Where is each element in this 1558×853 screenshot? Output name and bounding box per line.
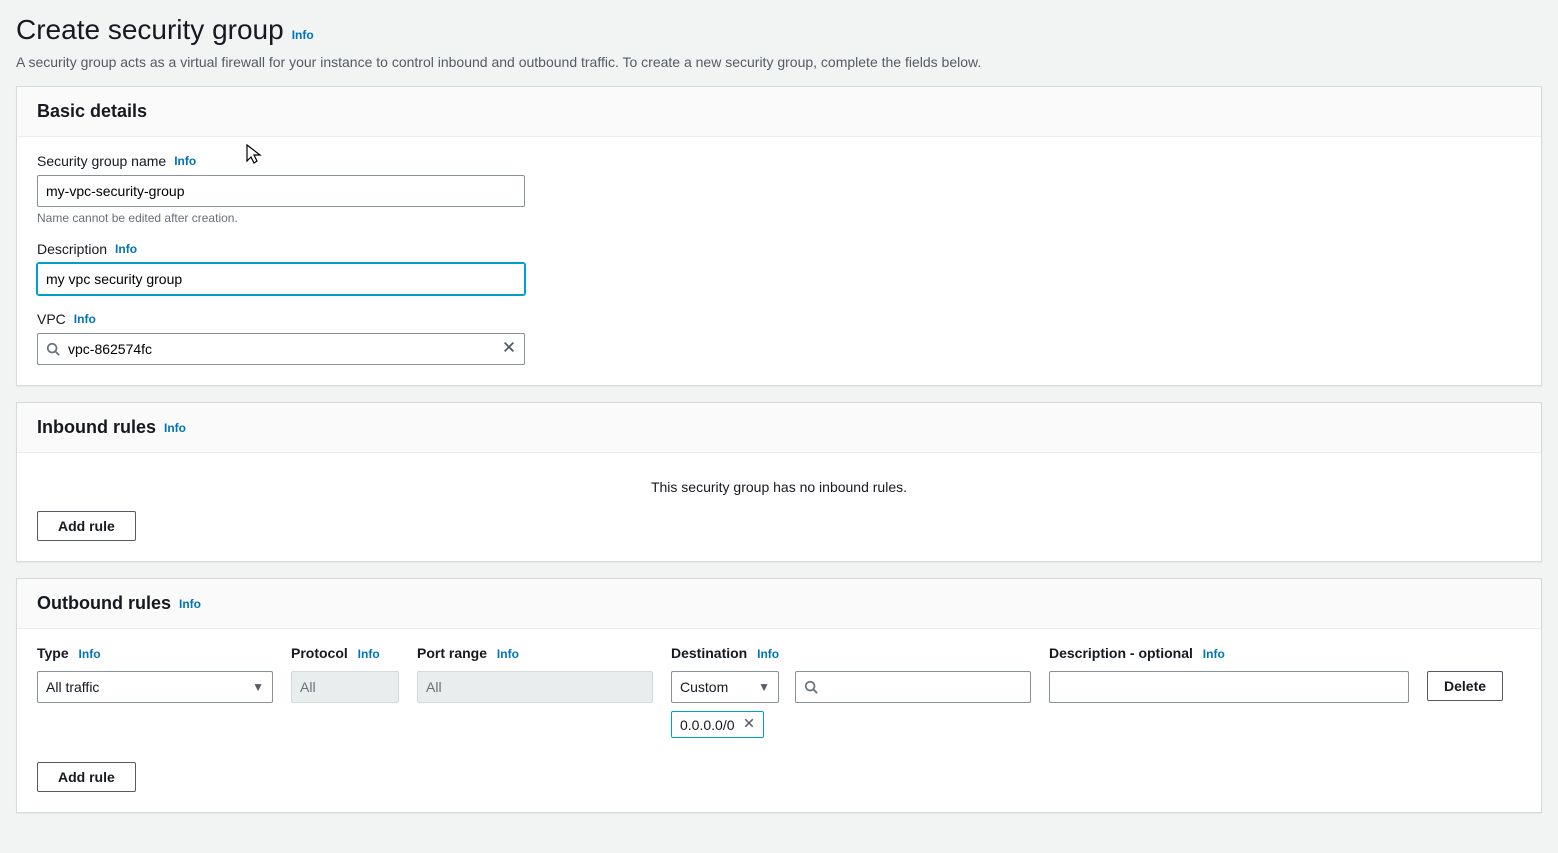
rule-protocol-box: All <box>291 671 399 703</box>
sg-desc-label: Description <box>37 241 107 257</box>
sg-name-input[interactable] <box>37 175 525 207</box>
inbound-rules-heading: Inbound rules <box>37 417 156 438</box>
search-icon <box>46 342 60 356</box>
vpc-input[interactable] <box>66 340 516 358</box>
col-type-label: Type <box>37 645 69 661</box>
rule-dest-mode-select[interactable]: Custom ▼ <box>671 671 779 703</box>
outbound-rules-panel: Outbound rules Info Type Info Protocol I… <box>16 578 1542 813</box>
sg-name-help: Name cannot be edited after creation. <box>37 211 1521 225</box>
rule-protocol-value: All <box>300 679 316 695</box>
rule-dest-search[interactable] <box>795 671 1031 703</box>
outbound-add-rule-button[interactable]: Add rule <box>37 762 136 792</box>
page-title: Create security group <box>16 14 284 46</box>
sg-desc-input[interactable] <box>37 263 525 295</box>
search-icon <box>804 680 818 694</box>
rule-dest-chip[interactable]: 0.0.0.0/0 <box>671 711 764 738</box>
rule-delete-button[interactable]: Delete <box>1427 671 1503 701</box>
vpc-label: VPC <box>37 311 66 327</box>
col-type-info-link[interactable]: Info <box>79 647 101 661</box>
outbound-rules-info-link[interactable]: Info <box>179 597 201 611</box>
page-description: A security group acts as a virtual firew… <box>16 54 1542 70</box>
sg-name-label: Security group name <box>37 153 166 169</box>
caret-down-icon: ▼ <box>252 680 264 694</box>
col-protocol-info-link[interactable]: Info <box>358 647 380 661</box>
page-info-link[interactable]: Info <box>292 28 314 42</box>
rule-dest-mode-value: Custom <box>680 679 728 695</box>
vpc-combobox[interactable] <box>37 333 525 365</box>
clear-icon[interactable] <box>502 340 516 359</box>
col-desc-label: Description - optional <box>1049 645 1193 661</box>
rule-dest-search-input[interactable] <box>824 678 1022 696</box>
rule-type-value: All traffic <box>46 679 99 695</box>
outbound-rules-heading: Outbound rules <box>37 593 171 614</box>
inbound-rules-panel: Inbound rules Info This security group h… <box>16 402 1542 562</box>
col-port-label: Port range <box>417 645 487 661</box>
rule-port-box: All <box>417 671 653 703</box>
col-destination-label: Destination <box>671 645 747 661</box>
rule-type-select[interactable]: All traffic ▼ <box>37 671 273 703</box>
col-destination-info-link[interactable]: Info <box>757 647 779 661</box>
inbound-add-rule-button[interactable]: Add rule <box>37 511 136 541</box>
basic-details-heading: Basic details <box>37 101 147 122</box>
remove-chip-icon[interactable] <box>743 716 755 733</box>
sg-name-info-link[interactable]: Info <box>174 154 196 168</box>
rule-dest-chip-value: 0.0.0.0/0 <box>680 717 735 733</box>
caret-down-icon: ▼ <box>758 680 770 694</box>
col-protocol-label: Protocol <box>291 645 348 661</box>
inbound-rules-info-link[interactable]: Info <box>164 421 186 435</box>
inbound-rules-empty: This security group has no inbound rules… <box>37 469 1521 511</box>
rule-desc-input[interactable] <box>1049 671 1409 703</box>
rule-port-value: All <box>426 679 442 695</box>
vpc-info-link[interactable]: Info <box>74 312 96 326</box>
sg-desc-info-link[interactable]: Info <box>115 242 137 256</box>
col-port-info-link[interactable]: Info <box>497 647 519 661</box>
col-desc-info-link[interactable]: Info <box>1203 647 1225 661</box>
basic-details-panel: Basic details Security group name Info N… <box>16 86 1542 386</box>
outbound-rule-row: All traffic ▼ All All <box>37 671 1521 738</box>
